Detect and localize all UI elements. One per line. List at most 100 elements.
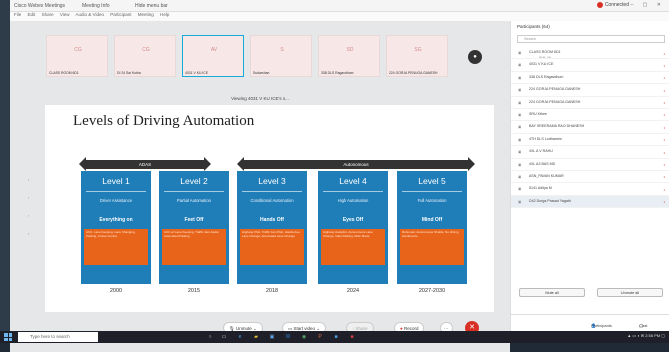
participant-avatar-icon: ▣ [518,150,522,155]
adas-arrow: ADAS [79,157,211,171]
hide-menu-link[interactable]: Hide menu bar [135,3,168,9]
shared-slide: Levels of Driving Automation ADAS Autono… [45,105,494,314]
system-tray[interactable]: ▲ ▭ ◖ ✉ 2:56 PM ▢ [627,333,665,338]
video-thumbnail[interactable]: SD 338 DLS Ragavdhum [318,35,380,77]
unmute-all-button[interactable]: Unmute all [597,288,663,297]
viewing-share-label: Viewing 4031 V KU ICE's s... [231,96,289,101]
powerpoint-icon[interactable]: P [316,333,324,341]
level-year: 2018 [265,288,279,294]
menu-help[interactable]: Help [160,12,169,17]
mic-muted-icon: • [663,199,665,205]
menu-edit[interactable]: Edit [28,12,36,17]
title-bar: Cisco Webex Meetings Meeting Info Hide m… [10,0,669,12]
menu-file[interactable]: File [14,12,21,17]
level-card: Level 2 Partial Automation Feet Off ACC … [159,171,229,284]
participant-avatar-icon: ▣ [518,137,522,142]
participant-avatar-icon: ▣ [518,112,522,117]
cortana-icon[interactable]: ○ [206,333,214,341]
slide-side-markers: › › › › [28,177,30,236]
participant-row[interactable]: ▣ 5141 Aditya M • [511,183,669,196]
taskbar-app-icon[interactable]: ■ [332,333,340,341]
participant-row[interactable]: ▣ 224 GORJA PENUGA GANESH • [511,84,669,97]
participants-panel: Participants (64) Search ▣ CLASS ROOM 6D… [510,21,669,331]
left-desktop-strip [0,0,10,343]
mic-muted-icon: • [663,112,665,118]
participant-search-input[interactable]: Search [517,35,665,43]
level-card: Level 4 High Automation Eyes Off Highway… [318,171,388,284]
mic-muted-icon: • [663,137,665,143]
participant-avatar-icon: ▣ [518,199,522,204]
participant-row[interactable]: ▣ 4031 V KU ICE • [511,59,669,72]
video-thumbnail[interactable]: SG 224 GORJA PENUGA GANESH [386,35,448,77]
participant-row[interactable]: ▣ 4TH DLS Lorthames • [511,134,669,147]
word-icon[interactable]: W [284,333,292,341]
video-thumbnail[interactable]: CG DI 24 Sai Kotha [114,35,176,77]
video-thumbnail[interactable]: CG CLASS ROOM 6D1 [46,35,108,77]
participant-row[interactable]: ▣ SRU Kthee • [511,109,669,122]
slide-title: Levels of Driving Automation [73,113,255,129]
panel-actions: Mute all Unmute all [519,288,665,298]
participant-list: ▣ CLASS ROOM 6D1 Host, me • ▣ 4031 V KU … [511,47,669,209]
windows-start-icon[interactable] [4,333,12,341]
menu-audio-video[interactable]: Audio & Video [76,12,104,17]
participant-row-selected[interactable]: ▣ D42 Durga Prasad Yagath • [511,195,669,209]
mic-muted-icon: • [663,87,665,93]
mic-muted-icon: • [663,50,665,56]
participant-row[interactable]: ▣ ASN_PAVAN KUMAR • [511,171,669,184]
participant-row[interactable]: ▣ CLASS ROOM 6D1 Host, me • [511,47,669,60]
menu-meeting[interactable]: Meeting [138,12,154,17]
participant-avatar-icon: ▣ [518,174,522,179]
level-year: 2024 [346,288,360,294]
mute-all-button[interactable]: Mute all [519,288,585,297]
participant-avatar-icon: ▣ [518,100,522,105]
participant-row[interactable]: ▣ 224 GORJA PENUGA GANESH • [511,97,669,109]
menu-share[interactable]: Share [42,12,54,17]
panel-footer: 👤 Participants ◯ Chat [511,314,669,328]
participant-row[interactable]: ▣ 4XL A3 BAS MD • [511,159,669,171]
mic-muted-icon: • [663,149,665,155]
level-year: 2015 [187,288,201,294]
windows-taskbar: Type here to search ○ ▭ e ▰ ▣ W ◉ P ■ ■ … [0,331,669,343]
mic-muted-icon: • [663,186,665,192]
connection-status[interactable]: Connected [596,2,629,8]
menu-bar: File Edit Share View Audio & Video Parti… [10,12,669,21]
mic-muted-icon: • [663,174,665,180]
menu-view[interactable]: View [60,12,70,17]
edge-icon[interactable]: e [236,333,244,341]
store-icon[interactable]: ▣ [268,333,276,341]
mic-muted-icon: • [663,100,665,106]
participant-row[interactable]: ▣ BAY SREERAMA RAO DHANESH • [511,121,669,134]
file-explorer-icon[interactable]: ▰ [252,333,260,341]
app-title: Cisco Webex Meetings [14,3,66,9]
clock: 2:56 PM [645,333,661,338]
self-view-icon[interactable]: ● [468,50,482,64]
participant-avatar-icon: ▣ [518,88,522,93]
mic-muted-icon: • [663,75,665,81]
level-year: 2027-2030 [418,288,446,294]
level-card: Level 3 Conditional Automation Hands Off… [237,171,307,284]
video-thumbnail-row: CG CLASS ROOM 6D1 CG DI 24 Sai Kotha AV … [46,35,486,87]
meeting-info-link[interactable]: Meeting Info [82,3,110,9]
window-controls[interactable]: – ▢ ✕ [631,2,665,8]
level-year: 2000 [109,288,123,294]
taskbar-search-input[interactable]: Type here to search [18,332,98,342]
status-dot-icon [596,2,603,8]
autonomous-arrow: Autonomous [237,157,475,171]
participant-avatar-icon: ▣ [518,75,522,80]
level-card: Level 1 Driver Assistance Everything on … [81,171,151,284]
mic-muted-icon: • [663,162,665,168]
participant-avatar-icon: ▣ [518,51,522,55]
video-thumbnail-active[interactable]: AV 4031 V KU ICE [182,35,244,77]
taskbar-app-icon[interactable]: ■ [348,333,356,341]
mic-muted-icon: • [663,124,665,130]
meeting-stage: CG CLASS ROOM 6D1 CG DI 24 Sai Kotha AV … [10,21,510,352]
participant-row[interactable]: ▣ 4XL A V RAHU • [511,146,669,159]
video-thumbnail[interactable]: S Sudarshan [250,35,312,77]
task-view-icon[interactable]: ▭ [220,333,228,341]
participant-avatar-icon: ▣ [518,162,522,167]
screen: Cisco Webex Meetings Meeting Info Hide m… [0,0,669,352]
participant-row[interactable]: ▣ 338 DLS Ragavdhum • [511,72,669,85]
menu-participant[interactable]: Participant [110,12,131,17]
webex-icon[interactable]: ◉ [300,333,308,341]
mic-muted-icon: • [663,62,665,68]
